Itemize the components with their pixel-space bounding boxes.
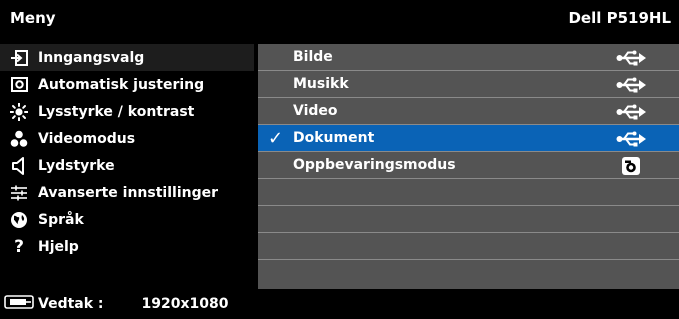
auto-adjust-icon: [10, 76, 28, 94]
menu-title: Meny: [10, 9, 56, 27]
resolution-value: 1920x1080: [141, 296, 229, 312]
usb-icon: [615, 102, 647, 122]
language-icon: [10, 211, 28, 229]
sidebar-item-label: Avanserte innstillinger: [38, 184, 219, 201]
brightness-icon: [10, 102, 28, 121]
sidebar-item-label: Videomodus: [38, 130, 136, 147]
sidebar-item-language[interactable]: Språk: [0, 206, 254, 233]
checkmark-icon: ✓: [268, 128, 284, 149]
sidebar-item-video-mode[interactable]: Videomodus: [0, 125, 254, 152]
sidebar-item-input-source[interactable]: Inngangsvalg: [0, 44, 254, 71]
source-row-music[interactable]: Musikk: [258, 71, 679, 98]
sidebar-item-label: Språk: [38, 211, 84, 228]
sidebar: Inngangsvalg Automatisk justering Lyssty…: [0, 44, 254, 260]
sidebar-item-auto-adjust[interactable]: Automatisk justering: [0, 71, 254, 98]
input-source-icon: [10, 49, 28, 67]
video-mode-icon: [10, 130, 28, 148]
empty-row: [258, 260, 679, 287]
source-row-document[interactable]: ✓ Dokument: [258, 125, 679, 152]
speaker-icon: [10, 156, 28, 175]
empty-row: [258, 233, 679, 260]
source-label: Musikk: [293, 76, 349, 92]
help-icon: ?: [14, 236, 24, 257]
sidebar-item-help[interactable]: ? Hjelp: [0, 233, 254, 260]
sidebar-item-volume[interactable]: Lydstyrke: [0, 152, 254, 179]
resolution-label: Vedtak :: [38, 296, 104, 312]
projector-model: Dell P519HL: [568, 9, 671, 27]
source-label: Oppbevaringsmodus: [293, 157, 456, 173]
sliders-icon: [10, 184, 28, 202]
storage-camera-icon: [615, 156, 647, 176]
osd-menu: Meny Dell P519HL Inngangsvalg Automatisk…: [0, 0, 679, 319]
source-label: Video: [293, 103, 338, 119]
empty-row: [258, 179, 679, 206]
input-source-panel: Bilde Musikk Video ✓ Dokument Oppbevarin…: [258, 44, 679, 289]
sidebar-item-advanced-settings[interactable]: Avanserte innstillinger: [0, 179, 254, 206]
display-icon: [4, 295, 34, 313]
source-row-storage-mode[interactable]: Oppbevaringsmodus: [258, 152, 679, 179]
sidebar-item-brightness[interactable]: Lysstyrke / kontrast: [0, 98, 254, 125]
source-row-picture[interactable]: Bilde: [258, 44, 679, 71]
sidebar-item-label: Inngangsvalg: [38, 49, 145, 66]
title-bar: Meny Dell P519HL: [0, 0, 679, 36]
usb-icon: [615, 129, 647, 149]
sidebar-item-label: Lysstyrke / kontrast: [38, 103, 195, 120]
source-label: Dokument: [293, 130, 375, 146]
source-row-video[interactable]: Video: [258, 98, 679, 125]
status-bar: Vedtak : 1920x1080: [0, 289, 679, 319]
sidebar-item-label: Automatisk justering: [38, 76, 205, 93]
usb-icon: [615, 48, 647, 68]
source-label: Bilde: [293, 49, 333, 65]
usb-icon: [615, 75, 647, 95]
sidebar-item-label: Lydstyrke: [38, 157, 115, 174]
empty-row: [258, 206, 679, 233]
sidebar-item-label: Hjelp: [38, 238, 79, 255]
